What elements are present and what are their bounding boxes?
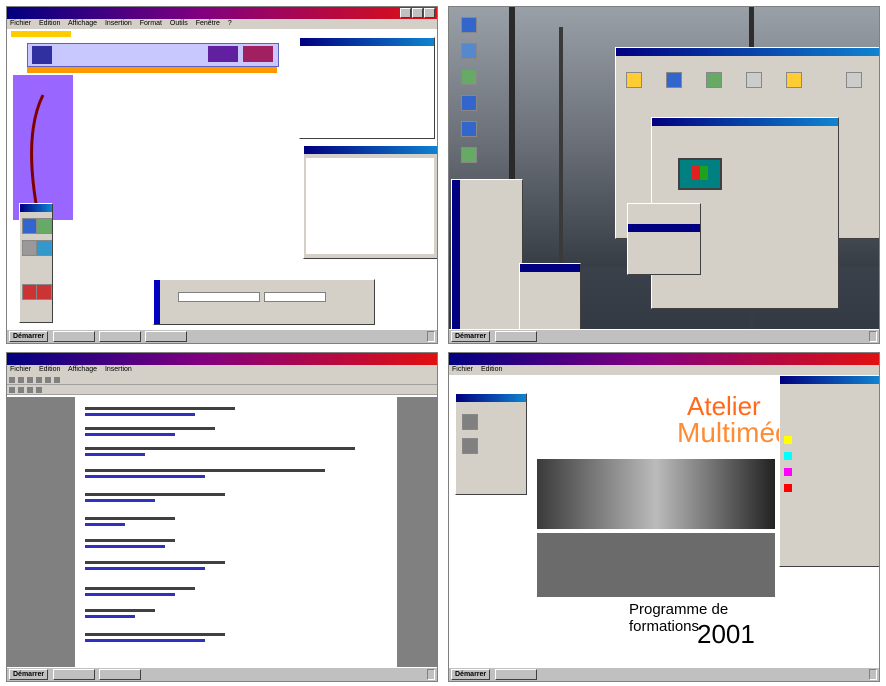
tool-icon[interactable] (36, 240, 52, 256)
desktop-icon[interactable] (461, 69, 477, 85)
task-item[interactable] (145, 331, 187, 342)
desktop-icon[interactable] (461, 43, 477, 59)
menu-insertion[interactable]: Insertion (105, 20, 132, 27)
menu-fenetre[interactable]: Fenêtre (196, 20, 220, 27)
titlebar (449, 353, 879, 365)
clock (869, 669, 877, 680)
menu-fichier[interactable]: Fichier (10, 366, 31, 373)
submenu-1 (519, 263, 581, 335)
desktop-icon[interactable] (461, 17, 477, 33)
tool-icon[interactable] (462, 414, 478, 430)
format-toolbar (7, 385, 437, 395)
task-item[interactable] (495, 331, 538, 342)
properties-panel (153, 279, 375, 325)
start-button[interactable]: Démarrer (9, 669, 49, 680)
taskbar: Démarrer (7, 329, 437, 343)
tool-palette (19, 203, 53, 323)
color-panel (779, 375, 879, 567)
menubar: Fichier Edition (449, 365, 879, 375)
folder-icon[interactable] (786, 72, 802, 88)
tools-panel (455, 393, 527, 495)
web-banner (27, 43, 279, 67)
task-item[interactable] (99, 669, 142, 680)
minimize-button[interactable] (400, 8, 411, 18)
start-button[interactable]: Démarrer (9, 331, 49, 342)
banner-stars (11, 31, 71, 37)
taskbar: Démarrer (449, 667, 879, 681)
page-margin-right (397, 397, 437, 667)
menubar: Fichier Edition Affichage Insertion Form… (7, 19, 437, 29)
folder-icon[interactable] (626, 72, 642, 88)
web-sidebar (13, 75, 73, 220)
printer-icon[interactable] (746, 72, 762, 88)
poster-photo (537, 459, 775, 529)
task-item[interactable] (495, 669, 538, 680)
desktop-icon[interactable] (461, 147, 477, 163)
task-item[interactable] (53, 669, 96, 680)
menu-fichier[interactable]: Fichier (452, 366, 473, 373)
drive-icon[interactable] (666, 72, 682, 88)
taskbar: Démarrer (449, 329, 879, 343)
control-icon[interactable] (846, 72, 862, 88)
year-label: 2001 (697, 619, 755, 649)
menu-edition[interactable]: Edition (39, 366, 60, 373)
quadrant-desktop: Démarrer (448, 6, 880, 344)
menu-affichage[interactable]: Affichage (68, 20, 97, 27)
poster-screens (537, 533, 775, 597)
menu-edition[interactable]: Edition (481, 366, 502, 373)
quadrant-design-app: Fichier Edition Atelier Multimédia Progr… (448, 352, 880, 682)
desktop-icon[interactable] (461, 95, 477, 111)
clock (427, 669, 435, 680)
arc-decoration (30, 94, 45, 216)
start-button[interactable]: Démarrer (451, 669, 491, 680)
menu-edition[interactable]: Edition (39, 20, 60, 27)
network-icon[interactable] (706, 72, 722, 88)
menu-format[interactable]: Format (140, 20, 162, 27)
quadrant-word-processor: Fichier Edition Affichage Insertion Déma… (6, 352, 438, 682)
start-button[interactable]: Démarrer (451, 331, 491, 342)
clock (427, 331, 435, 342)
document-text-lines (85, 407, 355, 642)
toolbar (7, 375, 437, 385)
maximize-button[interactable] (412, 8, 423, 18)
document-page[interactable] (75, 397, 397, 667)
tool-icon[interactable] (36, 284, 52, 300)
titlebar (7, 7, 437, 19)
close-button[interactable] (424, 8, 435, 18)
clock (869, 331, 877, 342)
menu-affichage[interactable]: Affichage (68, 366, 97, 373)
task-item[interactable] (53, 331, 96, 342)
menu-outils[interactable]: Outils (170, 20, 188, 27)
tool-icon[interactable] (462, 438, 478, 454)
menu-aide[interactable]: ? (228, 20, 232, 27)
monitor-icon (678, 158, 722, 190)
menu-insertion[interactable]: Insertion (105, 366, 132, 373)
tool-icon[interactable] (36, 218, 52, 234)
titlebar (7, 353, 437, 365)
taskbar: Démarrer (7, 667, 437, 681)
task-item[interactable] (99, 331, 142, 342)
poster-canvas[interactable]: Atelier Multimédia Programme de formatio… (537, 375, 812, 661)
desktop-icon[interactable] (461, 121, 477, 137)
menubar: Fichier Edition Affichage Insertion (7, 365, 437, 375)
file-tree-window (303, 145, 437, 259)
submenu-2 (627, 203, 701, 275)
orange-bar (27, 67, 277, 73)
page-margin-left (7, 397, 75, 667)
start-menu (451, 179, 523, 331)
empty-window (299, 37, 435, 139)
menu-fichier[interactable]: Fichier (10, 20, 31, 27)
quadrant-web-editor: Fichier Edition Affichage Insertion Form… (6, 6, 438, 344)
